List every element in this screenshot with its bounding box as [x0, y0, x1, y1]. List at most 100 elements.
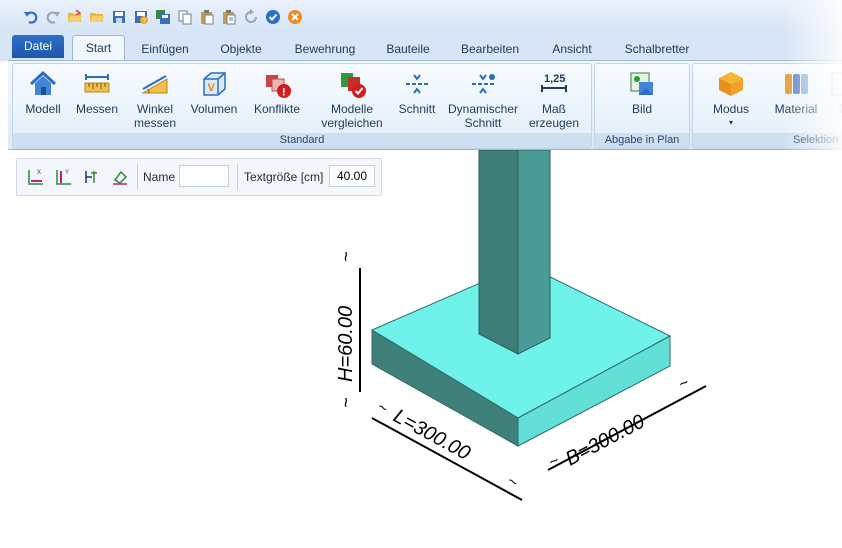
- save-icon[interactable]: [110, 8, 127, 25]
- material-label: Material: [774, 102, 818, 116]
- name-input[interactable]: [179, 165, 229, 187]
- tab-datei[interactable]: Datei: [12, 35, 64, 58]
- messen-button[interactable]: Messen: [71, 68, 123, 116]
- modelle-label-2: vergleichen: [321, 116, 383, 130]
- tab-start[interactable]: Start: [72, 35, 125, 62]
- volumen-button[interactable]: V Volumen: [187, 68, 241, 116]
- dynamic-section-icon: [467, 68, 499, 100]
- svg-text:V: V: [208, 82, 216, 94]
- height-dim-tilde-top: ~: [336, 251, 356, 262]
- volumen-label: Volumen: [190, 102, 238, 116]
- text-property-bar: X Y Name Textgröße [cm]: [16, 158, 382, 196]
- conflict-icon: !: [261, 68, 293, 100]
- compare-models-icon: [336, 68, 368, 100]
- material-button[interactable]: Material: [769, 68, 823, 116]
- svg-text:Y: Y: [65, 170, 69, 176]
- paste-special-icon[interactable]: [220, 8, 237, 25]
- group-standard: Modell Messen Winkel messen V Volumen ! …: [12, 63, 592, 149]
- ribbon-panel: Modell Messen Winkel messen V Volumen ! …: [8, 60, 842, 150]
- tab-ansicht[interactable]: Ansicht: [542, 38, 602, 60]
- konflikte-label: Konflikte: [253, 102, 301, 116]
- dynamischer-schnitt-button[interactable]: Dynamischer Schnitt: [445, 68, 521, 130]
- width-dim-text: B=300.00: [562, 411, 648, 471]
- modelle-label-1: Modelle: [330, 102, 374, 116]
- winkel-label-1: Winkel: [136, 102, 173, 116]
- group-abgabe-label: Abgabe in Plan: [595, 133, 689, 148]
- group-selektion: Modus ▾ Material D Selektion: [692, 63, 842, 149]
- schnitt-label: Schnitt: [398, 102, 436, 116]
- mass-label-2: erzeugen: [528, 116, 580, 130]
- section-icon: [401, 68, 433, 100]
- measure-icon: [81, 68, 113, 100]
- open-file-icon[interactable]: [88, 8, 105, 25]
- tab-objekte[interactable]: Objekte: [210, 38, 272, 60]
- konflikte-button[interactable]: ! Konflikte: [247, 68, 307, 116]
- paste-icon[interactable]: [198, 8, 215, 25]
- modus-button[interactable]: Modus ▾: [705, 68, 757, 130]
- partial-button[interactable]: D: [831, 68, 842, 116]
- tab-bauteile[interactable]: Bauteile: [378, 38, 438, 60]
- width-dim-tilde-start: ~: [546, 452, 562, 471]
- copy-icon[interactable]: [176, 8, 193, 25]
- toolbar-separator: [137, 164, 138, 190]
- open-folder-icon[interactable]: [66, 8, 83, 25]
- winkel-messen-button[interactable]: Winkel messen: [127, 68, 183, 130]
- group-standard-label: Standard: [13, 133, 591, 148]
- modell-button[interactable]: Modell: [19, 68, 67, 116]
- length-dim-tilde-start: ~: [374, 399, 390, 418]
- width-dim-tilde-end: ~: [676, 374, 692, 393]
- mass-label-1: Maß: [542, 102, 566, 116]
- winkel-label-2: messen: [133, 116, 177, 130]
- toolbar-separator: [237, 164, 238, 190]
- tab-bewehrung[interactable]: Bewehrung: [286, 38, 364, 60]
- svg-text:X: X: [37, 170, 41, 176]
- group-selektion-label: Selektion: [693, 133, 842, 148]
- undo-icon[interactable]: [22, 8, 39, 25]
- dimension-icon-text: 1,25: [544, 73, 565, 85]
- model-drawing: H=60.00 ~ ~ L=300.00 ~ ~ B=300.00 ~ ~: [335, 150, 707, 501]
- refresh-icon[interactable]: [242, 8, 259, 25]
- text-angle-icon[interactable]: [109, 166, 131, 188]
- redo-icon[interactable]: [44, 8, 61, 25]
- length-dim-tilde-end: ~: [504, 473, 520, 492]
- dyn-label-2: Schnitt: [464, 116, 502, 130]
- ribbon-tab-bar: Datei Start Einfügen Objekte Bewehrung B…: [0, 34, 842, 62]
- house-icon: [27, 68, 59, 100]
- save-all-icon[interactable]: [154, 8, 171, 25]
- textsize-input[interactable]: [329, 165, 375, 187]
- height-dim-tilde-bottom: ~: [336, 397, 356, 408]
- bild-button[interactable]: Bild: [617, 68, 667, 116]
- align-y-icon[interactable]: Y: [53, 166, 75, 188]
- dyn-label-1: Dynamischer: [447, 102, 519, 116]
- tab-bearbeiten[interactable]: Bearbeiten: [452, 38, 528, 60]
- dropdown-arrow-icon: ▾: [728, 118, 733, 127]
- volume-cube-icon: V: [198, 68, 230, 100]
- modelle-vergleichen-button[interactable]: Modelle vergleichen: [317, 68, 387, 130]
- column-front-face: [478, 150, 519, 355]
- text-rotate-icon[interactable]: [81, 166, 103, 188]
- column-side-face: [517, 150, 551, 355]
- height-dim-text: H=60.00: [335, 306, 357, 382]
- textsize-label: Textgröße [cm]: [244, 170, 324, 184]
- material-icon: [780, 68, 812, 100]
- modell-label: Modell: [25, 102, 61, 116]
- picture-icon: [626, 68, 658, 100]
- align-x-icon[interactable]: X: [25, 166, 47, 188]
- modus-label: Modus: [712, 102, 750, 116]
- schnitt-button[interactable]: Schnitt: [391, 68, 443, 116]
- dimension-height: H=60.00 ~ ~: [335, 251, 361, 408]
- svg-text:!: !: [282, 87, 286, 99]
- partial-icon: [827, 68, 842, 100]
- save-as-icon[interactable]: ?: [132, 8, 149, 25]
- tab-einfuegen[interactable]: Einfügen: [134, 38, 196, 60]
- boxes-icon: [715, 68, 747, 100]
- messen-label: Messen: [75, 102, 119, 116]
- tab-schalbretter[interactable]: Schalbretter: [616, 38, 698, 60]
- partial-label: D: [839, 102, 842, 116]
- group-abgabe-in-plan: Bild Abgabe in Plan: [594, 63, 690, 149]
- confirm-icon[interactable]: [264, 8, 281, 25]
- 3d-viewport[interactable]: H=60.00 ~ ~ L=300.00 ~ ~ B=300.00 ~ ~: [0, 150, 842, 548]
- cancel-icon[interactable]: [286, 8, 303, 25]
- dimension-icon: 1,25: [538, 68, 570, 100]
- mass-erzeugen-button[interactable]: 1,25 Maß erzeugen: [525, 68, 583, 130]
